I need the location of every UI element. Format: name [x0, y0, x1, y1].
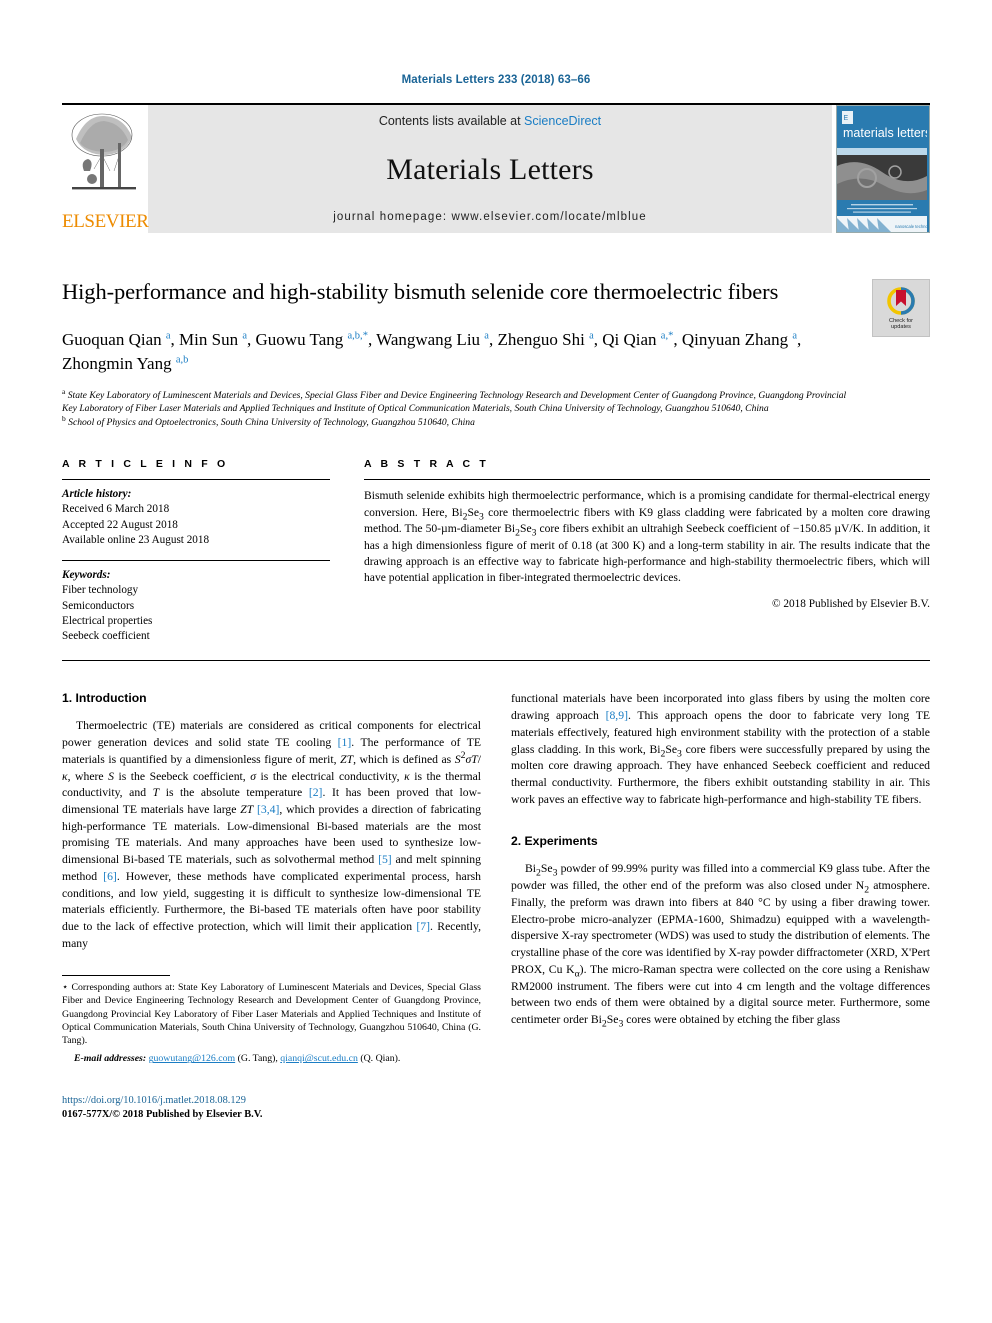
- intro-paragraph-1: Thermoelectric (TE) materials are consid…: [62, 719, 481, 950]
- article-info-column: A R T I C L E I N F O Article history: R…: [62, 458, 330, 644]
- contents-list-line: Contents lists available at ScienceDirec…: [379, 114, 601, 128]
- elsevier-wordmark: ELSEVIER: [62, 211, 149, 232]
- keyword-item: Electrical properties: [62, 614, 153, 627]
- article-info-heading: A R T I C L E I N F O: [62, 458, 229, 471]
- page-title: High-performance and high-stability bism…: [62, 279, 779, 304]
- footnote-separator: [62, 974, 170, 976]
- right-column: functional materials have been incorpora…: [511, 691, 930, 1122]
- article-history: Article history: Received 6 March 2018 A…: [62, 480, 330, 548]
- affiliation-b: b School of Physics and Optoelectronics,…: [62, 414, 475, 429]
- running-head: Materials Letters 233 (2018) 63–66: [401, 74, 591, 86]
- issn-copyright: 0167-577X/© 2018 Published by Elsevier B…: [62, 1108, 263, 1120]
- contents-prefix: Contents lists available at: [378, 114, 525, 128]
- affiliation-a-text: State Key Laboratory of Luminescent Mate…: [62, 389, 847, 415]
- affiliation-a: a State Key Laboratory of Luminescent Ma…: [62, 386, 847, 415]
- keyword-item: Seebeck coefficient: [62, 630, 150, 643]
- abstract-column: A B S T R A C T Bismuth selenide exhibit…: [364, 458, 930, 644]
- info-abstract-band: A R T I C L E I N F O Article history: R…: [62, 458, 930, 644]
- left-column: 1. Introduction Thermoelectric (TE) mate…: [62, 691, 481, 1122]
- band-bottom-rule: [62, 660, 930, 662]
- corresponding-author-note: ⋆ Corresponding authors at: State Key La…: [62, 981, 481, 1047]
- abstract-copyright: © 2018 Published by Elsevier B.V.: [771, 597, 930, 610]
- journal-title: Materials Letters: [386, 152, 594, 186]
- crossmark-icon: [887, 286, 915, 315]
- keyword-item: Semiconductors: [62, 599, 135, 612]
- history-item: Available online 23 August 2018: [62, 533, 210, 546]
- email-link-qian[interactable]: qianqi@scut.edu.cn: [280, 1053, 358, 1064]
- body-columns: 1. Introduction Thermoelectric (TE) mate…: [62, 691, 930, 1122]
- keyword-item: Fiber technology: [62, 584, 139, 597]
- article-history-label: Article history:: [62, 488, 132, 501]
- intro-paragraph-2: functional materials have been incorpora…: [511, 692, 930, 806]
- experiments-paragraph-1: Bi2Se3 powder of 99.99% purity was fille…: [511, 862, 930, 1030]
- cover-footer-text: nanoscale technology: [895, 224, 927, 229]
- email-link-tang[interactable]: guowutang@126.com: [149, 1053, 236, 1064]
- paper-page: Materials Letters 233 (2018) 63–66 ELSEV…: [0, 0, 992, 1323]
- email-owner-tang: (G. Tang),: [237, 1053, 278, 1065]
- elsevier-logo: ELSEVIER: [62, 105, 149, 233]
- history-item: Received 6 March 2018: [62, 503, 170, 516]
- elsevier-tree-icon: [71, 113, 136, 190]
- keywords-group: Keywords: Fiber technology Semiconductor…: [62, 561, 330, 644]
- footer-doi-block: https://doi.org/10.1016/j.matlet.2018.08…: [62, 1094, 481, 1122]
- crossmark-label-line2: updates: [891, 324, 911, 330]
- abstract-heading: A B S T R A C T: [364, 458, 489, 471]
- affiliation-b-text: School of Physics and Optoelectronics, S…: [68, 417, 475, 429]
- keywords-label: Keywords:: [62, 569, 111, 582]
- journal-homepage[interactable]: journal homepage: www.elsevier.com/locat…: [333, 211, 647, 223]
- journal-masthead: ELSEVIER Contents lists available at Sci…: [62, 103, 930, 233]
- author-list: Guoquan Qian a, Min Sun a, Guowu Tang a,…: [62, 330, 802, 374]
- section-heading-experiments: 2. Experiments: [511, 834, 598, 849]
- journal-cover-thumbnail: E materials letters nanoscale techn: [836, 105, 930, 233]
- title-block: High-performance and high-stability bism…: [62, 277, 930, 430]
- email-owner-qian: (Q. Qian).: [360, 1053, 401, 1065]
- crossmark-badge[interactable]: Check for updates: [872, 279, 930, 337]
- svg-text:E: E: [844, 115, 849, 122]
- email-addresses-note: E-mail addresses: guowutang@126.com (G. …: [62, 1052, 481, 1065]
- section-heading-introduction: 1. Introduction: [62, 691, 147, 706]
- doi-link[interactable]: https://doi.org/10.1016/j.matlet.2018.08…: [62, 1094, 481, 1108]
- email-label: E-mail addresses:: [74, 1053, 147, 1065]
- masthead-center: Contents lists available at ScienceDirec…: [148, 105, 832, 233]
- crossmark-label: Check for updates: [889, 318, 913, 331]
- crossmark-label-line1: Check for: [889, 317, 913, 324]
- history-item: Accepted 22 August 2018: [62, 518, 178, 531]
- cover-art: E materials letters nanoscale techn: [837, 106, 929, 232]
- svg-text:materials letters: materials letters: [843, 126, 927, 140]
- sciencedirect-link[interactable]: ScienceDirect: [524, 114, 601, 128]
- abstract-text: Bismuth selenide exhibits high thermoele…: [364, 489, 930, 585]
- title-column: High-performance and high-stability bism…: [62, 277, 872, 430]
